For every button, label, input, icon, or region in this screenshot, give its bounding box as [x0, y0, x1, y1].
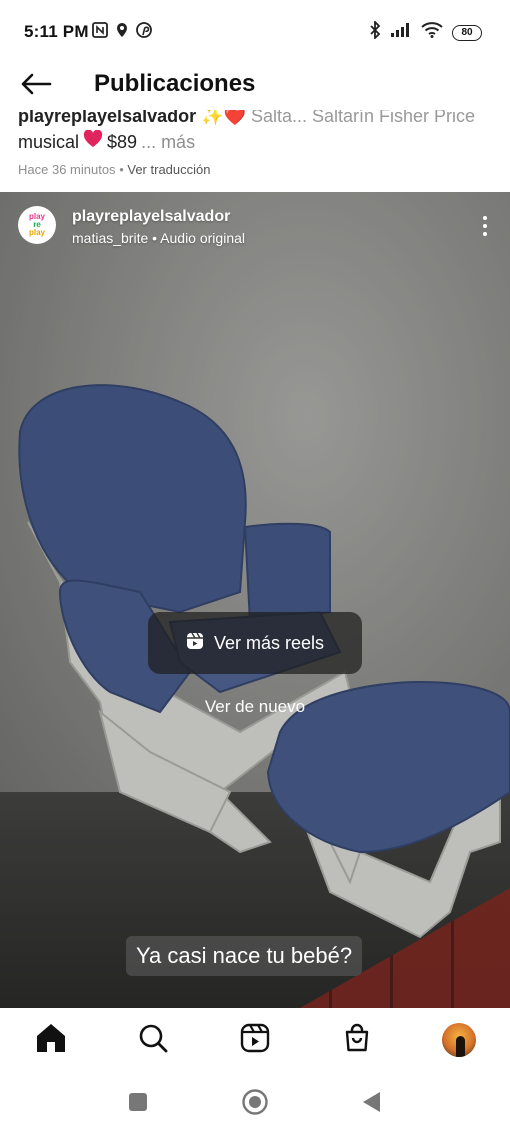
profile-avatar [442, 1023, 476, 1057]
caption-line: musical $89... más [18, 129, 195, 154]
post-time: Hace 36 minutos [18, 162, 116, 177]
ver-mas-reels-button[interactable]: Ver más reels [148, 612, 362, 674]
avatar-text-3: play [28, 228, 45, 237]
home-icon [35, 1023, 67, 1058]
nav-reels[interactable] [237, 1022, 273, 1058]
status-bar: 5:11 PM 80 [0, 0, 510, 62]
nav-home[interactable] [33, 1022, 69, 1058]
reel-header: play re play playreplayelsalvador matias… [18, 206, 492, 250]
nav-shop[interactable] [339, 1022, 375, 1058]
meta-separator: • [119, 162, 124, 177]
ver-de-nuevo-button[interactable]: Ver de nuevo [0, 697, 510, 717]
caption-price: $89 [107, 132, 138, 152]
status-right-icons: 80 [369, 19, 482, 44]
video-subtitle: Ya casi nace tu bebé? [126, 936, 363, 976]
caption-username[interactable]: playreplayelsalvador [18, 110, 196, 126]
android-home-button[interactable] [241, 1088, 269, 1121]
nfc-icon [92, 22, 108, 43]
nav-profile[interactable] [441, 1022, 477, 1058]
page-title: Publicaciones [94, 70, 256, 97]
more-options-icon[interactable] [478, 212, 492, 240]
reel-audio-line[interactable]: matias_brite • Audio original [72, 230, 245, 246]
status-time: 5:11 PM [24, 22, 89, 41]
android-back-button[interactable] [357, 1090, 385, 1118]
wifi-icon [421, 22, 443, 43]
recents-button[interactable] [124, 1090, 152, 1118]
ver-mas-reels-label: Ver más reels [213, 632, 325, 653]
reel-author-avatar[interactable]: play re play [18, 206, 56, 244]
bluetooth-icon [369, 19, 381, 44]
location-icon [116, 22, 128, 43]
reels-icon [240, 1023, 270, 1058]
back-triangle-icon [360, 1090, 382, 1119]
previous-post: playreplayelsalvador ✨❤️ Salta... Saltar… [0, 110, 510, 192]
shop-icon [342, 1023, 372, 1058]
heart-icon [83, 129, 103, 154]
recents-icon [128, 1092, 148, 1117]
translate-link[interactable]: Ver traducción [127, 162, 210, 177]
app-header: Publicaciones [0, 62, 510, 110]
reel-username[interactable]: playreplayelsalvador [72, 208, 230, 226]
back-button[interactable] [18, 70, 54, 102]
search-icon [138, 1023, 168, 1058]
caption-cut-line: playreplayelsalvador ✨❤️ Salta... Saltar… [18, 110, 498, 128]
status-left-icons [92, 22, 152, 43]
bottom-nav [0, 1008, 510, 1074]
android-nav-bar [0, 1074, 510, 1133]
nav-search[interactable] [135, 1022, 171, 1058]
reel-video[interactable]: play re play playreplayelsalvador matias… [0, 192, 510, 1008]
caption-cut-text: ✨❤️ Salta... Saltarín Fisher Price [201, 110, 476, 126]
caption-text: musical [18, 132, 80, 152]
post-meta: Hace 36 minutos • Ver traducción [18, 162, 210, 177]
signal-icon [390, 22, 412, 43]
arrow-left-icon [20, 72, 52, 101]
home-circle-icon [241, 1088, 269, 1121]
battery-icon: 80 [452, 24, 482, 41]
more-link[interactable]: ... más [141, 130, 195, 154]
reels-icon [186, 632, 204, 655]
reel-overlay-dim [0, 192, 510, 1008]
pinterest-icon [136, 22, 152, 43]
